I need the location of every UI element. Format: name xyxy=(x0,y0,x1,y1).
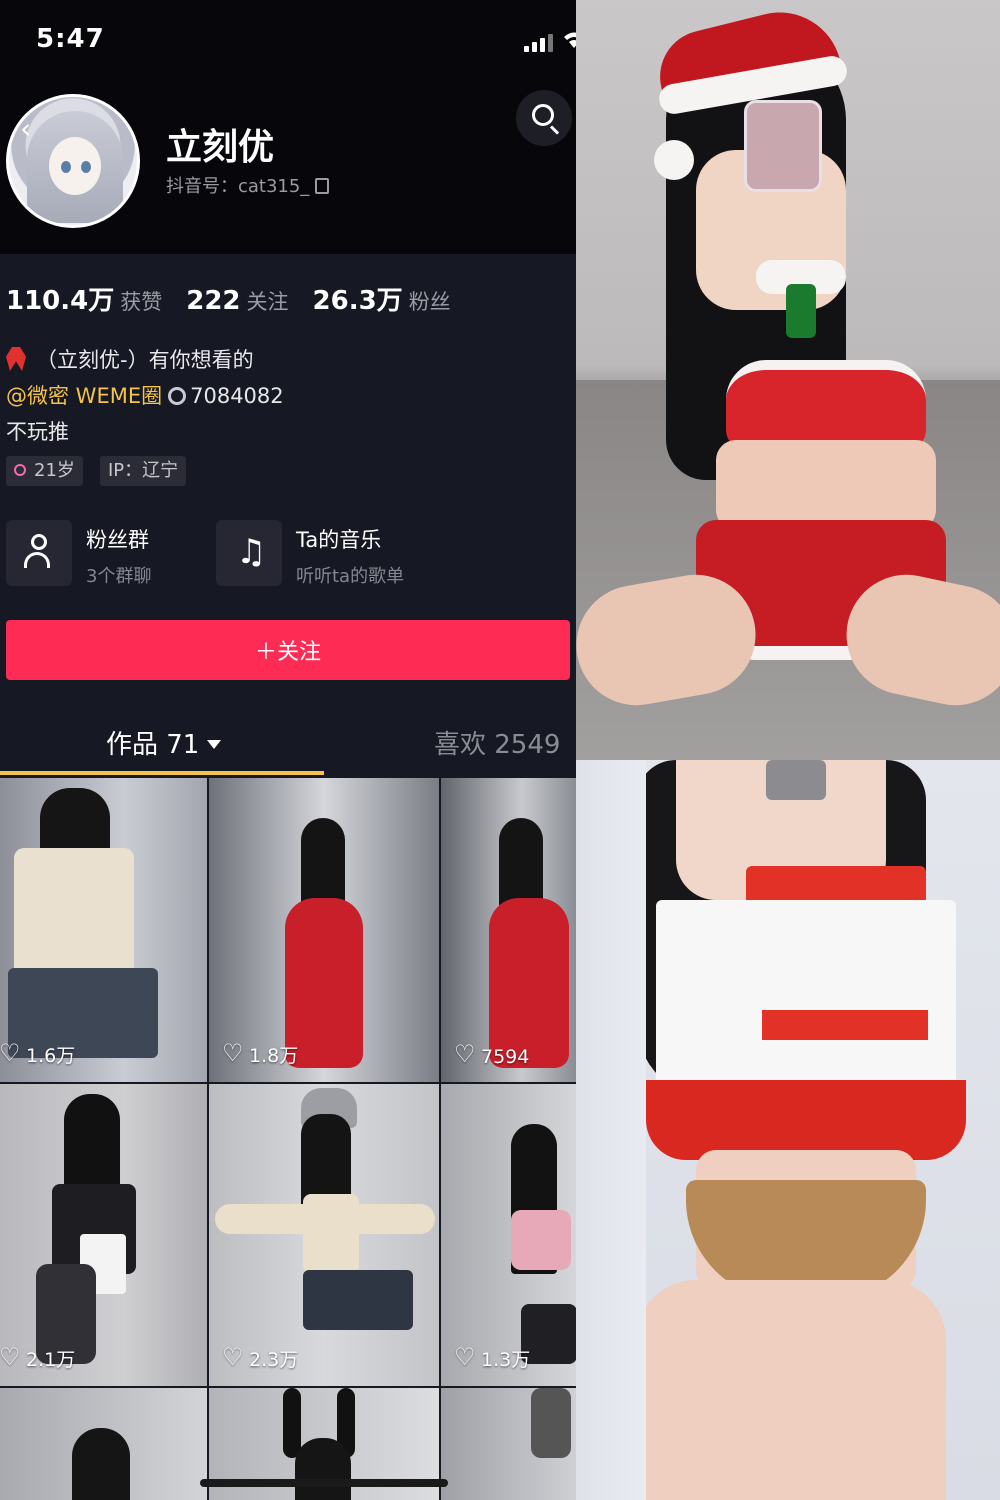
video-thumbnail[interactable]: 2.1万 xyxy=(0,1084,207,1386)
like-count: 1.3万 xyxy=(481,1349,531,1371)
female-icon xyxy=(14,464,26,476)
stat-likes[interactable]: 110.4万 获赞 xyxy=(6,286,186,316)
copy-icon[interactable] xyxy=(315,178,330,194)
works-grid: 1.6万 1.8万 7594 2.1万 2.3万 xyxy=(0,778,576,1500)
heart-icon xyxy=(222,1345,244,1369)
bio-line-2: @微密 WEME圈 7084082 xyxy=(6,380,284,410)
heart-icon xyxy=(0,1345,21,1369)
tab-works[interactable]: 作品 71 xyxy=(106,724,222,761)
back-icon[interactable]: ‹ xyxy=(20,112,31,145)
stat-value: 110.4万 xyxy=(6,286,115,316)
video-thumbnail[interactable]: 2.3万 xyxy=(209,1084,439,1386)
age-tag: 21岁 xyxy=(6,456,83,486)
stat-label: 获赞 xyxy=(120,290,163,314)
photo-nurse xyxy=(576,760,1000,1500)
tab-indicator xyxy=(0,771,324,775)
home-indicator[interactable] xyxy=(200,1479,448,1487)
video-thumbnail[interactable]: 7594 xyxy=(441,778,576,1082)
heart-icon xyxy=(454,1345,476,1369)
caret-down-icon xyxy=(207,740,222,749)
search-button[interactable] xyxy=(516,90,572,146)
search-icon xyxy=(532,104,554,126)
age-text: 21岁 xyxy=(34,460,75,481)
like-count: 1.8万 xyxy=(249,1045,299,1067)
photo-christmas xyxy=(576,0,1000,760)
video-thumbnail[interactable]: 1.3万 xyxy=(441,1084,576,1386)
feature-title: Ta的音乐 xyxy=(296,528,382,552)
user-group-icon xyxy=(6,520,72,586)
feature-subtitle: 3个群聊 xyxy=(86,566,152,587)
profile-stats: 110.4万 获赞 222 关注 26.3万 粉丝 xyxy=(6,280,475,317)
profile-header: 5:47 ‹ 立刻优 抖音号：cat315_ xyxy=(0,0,576,254)
stat-label: 关注 xyxy=(246,290,289,314)
tab-likes[interactable]: 喜欢 2549 xyxy=(434,724,560,761)
music-note-icon: ♫ xyxy=(216,520,282,586)
like-count: 2.3万 xyxy=(249,1349,299,1371)
profile-screen: 5:47 ‹ 立刻优 抖音号：cat315_ 110.4万 获赞 222 关注 26.3… xyxy=(0,0,576,1500)
douyin-id-text: 抖音号：cat315_ xyxy=(166,176,310,197)
video-thumbnail[interactable]: 1.6万 xyxy=(0,778,207,1082)
stat-value: 222 xyxy=(186,286,241,316)
bio-line-1: （立刻优-）有你想看的 xyxy=(6,344,254,374)
stat-label: 粉丝 xyxy=(408,290,451,314)
bio-text: 7084082 xyxy=(190,384,284,408)
video-thumbnail[interactable] xyxy=(0,1388,207,1500)
heart-icon xyxy=(454,1042,476,1066)
stat-value: 26.3万 xyxy=(312,286,403,316)
signal-icon xyxy=(524,32,560,52)
feature-subtitle: 听听ta的歌单 xyxy=(296,566,405,587)
profile-nickname: 立刻优 xyxy=(166,127,275,168)
wifi-icon xyxy=(562,30,576,50)
like-count: 1.6万 xyxy=(26,1045,76,1067)
heart-icon xyxy=(222,1041,244,1065)
bio-link[interactable]: @微密 WEME圈 xyxy=(6,384,162,408)
video-thumbnail[interactable] xyxy=(441,1388,576,1500)
magnifier-icon xyxy=(168,387,187,405)
stat-followers[interactable]: 26.3万 粉丝 xyxy=(313,286,475,316)
feature-title: 粉丝群 xyxy=(86,528,149,552)
douyin-id[interactable]: 抖音号：cat315_ xyxy=(166,172,330,198)
video-thumbnail[interactable]: 1.8万 xyxy=(209,778,439,1082)
like-count: 2.1万 xyxy=(26,1349,76,1371)
bio-text: （立刻优-）有你想看的 xyxy=(36,348,254,372)
ip-tag: IP：辽宁 xyxy=(100,456,187,486)
status-time: 5:47 xyxy=(36,24,105,54)
ribbon-icon xyxy=(6,347,26,371)
follow-button[interactable]: ＋关注 xyxy=(6,620,570,680)
stat-following[interactable]: 222 关注 xyxy=(186,286,312,316)
like-count: 7594 xyxy=(481,1046,530,1068)
bio-line-3: 不玩推 xyxy=(6,420,69,444)
heart-icon xyxy=(0,1041,21,1065)
tab-label: 作品 71 xyxy=(106,730,200,760)
